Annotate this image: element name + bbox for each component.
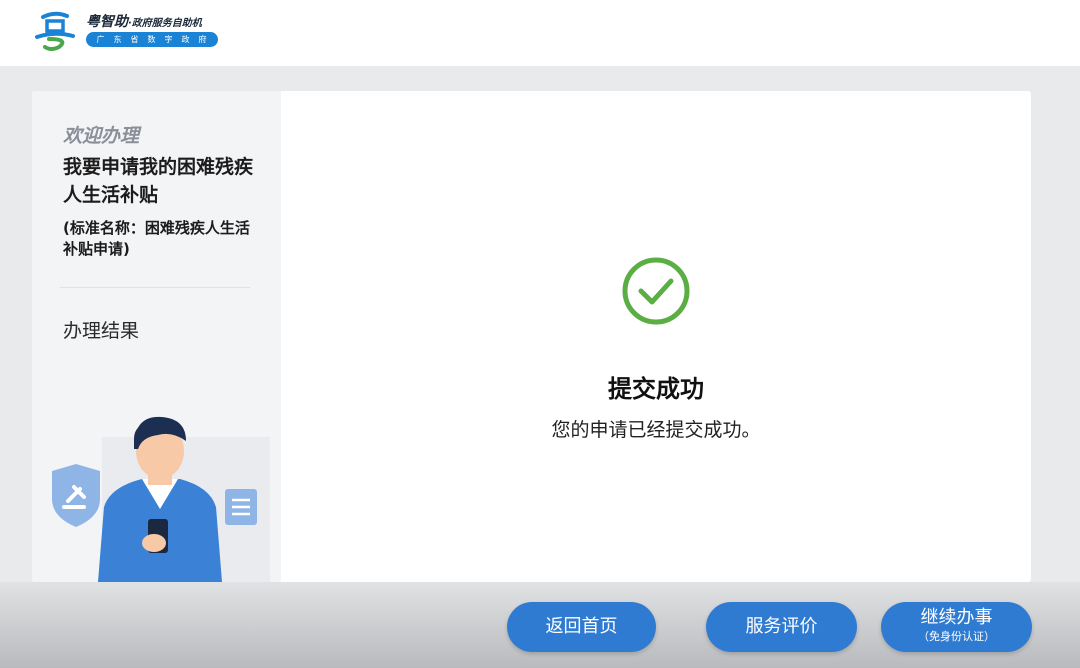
welcome-text: 欢迎办理	[63, 125, 140, 147]
check-circle-icon	[622, 257, 690, 325]
app-header: 粤智助·政府服务自助机 广东省数字政府	[0, 0, 1080, 66]
result-panel: 提交成功 您的申请已经提交成功。	[281, 91, 1031, 582]
sidebar-divider	[60, 287, 250, 288]
brand-name-sub: ·政府服务自助机	[128, 18, 202, 29]
result-message: 您的申请已经提交成功。	[551, 419, 761, 441]
step-label: 办理结果	[63, 320, 140, 342]
home-button[interactable]: 返回首页	[507, 602, 656, 652]
yue-logo-icon	[35, 11, 75, 51]
main-card: 欢迎办理 我要申请我的困难残疾人生活补贴 (标准名称：困难残疾人生活补贴申请) …	[32, 91, 1031, 582]
standard-name: (标准名称：困难残疾人生活补贴申请)	[63, 219, 250, 258]
home-button-label: 返回首页	[545, 616, 618, 637]
person-with-phone-illustration	[52, 416, 270, 582]
rate-service-button[interactable]: 服务评价	[706, 602, 857, 652]
service-sidebar: 欢迎办理 我要申请我的困难残疾人生活补贴 (标准名称：困难残疾人生活补贴申请) …	[32, 91, 281, 582]
brand-name: 粤智助·政府服务自助机	[86, 11, 202, 31]
result-title: 提交成功	[608, 375, 704, 403]
rate-service-label: 服务评价	[745, 616, 818, 637]
brand-name-main: 粤智助	[86, 14, 128, 30]
continue-button[interactable]: 继续办事 （免身份认证）	[881, 602, 1032, 652]
continue-button-label: 继续办事	[920, 607, 993, 628]
brand-pill: 广东省数字政府	[86, 32, 218, 47]
service-title: 我要申请我的困难残疾人生活补贴	[63, 156, 254, 206]
continue-button-sublabel: （免身份认证）	[918, 630, 995, 643]
